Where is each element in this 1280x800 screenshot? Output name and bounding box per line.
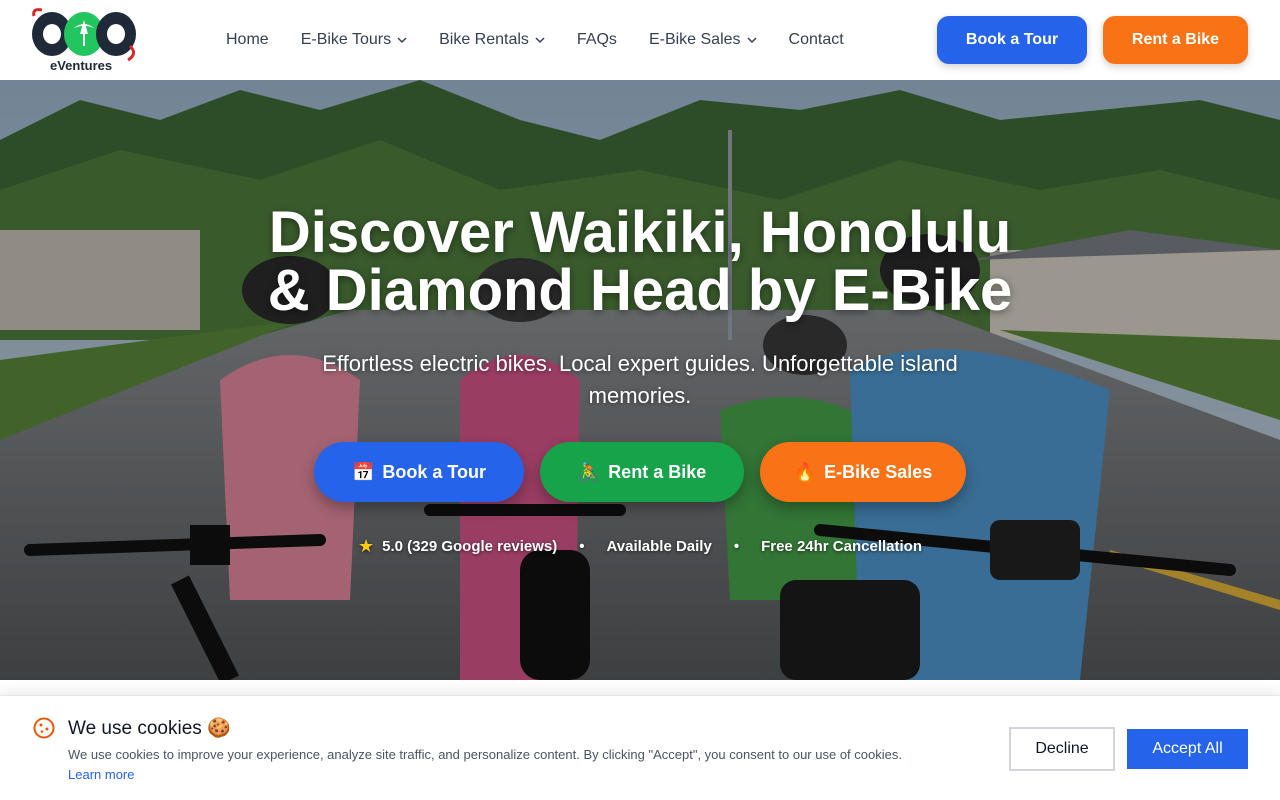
nav-label: Bike Rentals [439,31,529,48]
hero-ebike-sales-button[interactable]: 🔥 E-Bike Sales [760,442,966,502]
cookie-text: We use cookies to improve your experienc… [68,747,902,762]
availability-text: Available Daily [606,538,712,555]
brand-logo[interactable]: eVentures [30,6,138,74]
nav-item-contact[interactable]: Contact [789,31,844,49]
button-label: Rent a Bike [608,461,707,482]
cyclist-icon: 🚴 [577,461,601,482]
calendar-icon: 📅 [351,461,375,482]
nav-item-home[interactable]: Home [226,31,269,49]
header-rent-bike-button[interactable]: Rent a Bike [1103,16,1248,64]
learn-more-link[interactable]: Learn more [68,767,134,782]
nav-label: E-Bike Tours [300,31,392,48]
nav-item-faqs[interactable]: FAQs [577,31,617,49]
trust-badges: ★ 5.0 (329 Google reviews) • Available D… [0,536,1280,557]
nav-label: E-Bike Sales [648,31,741,48]
cookie-icon [33,717,55,739]
nav-item-ebike-sales[interactable]: E-Bike Sales [649,31,757,49]
cancellation-text: Free 24hr Cancellation [761,538,922,555]
nav-label: FAQs [576,31,617,48]
logo-subtext: eVentures [50,58,112,73]
chevron-down-icon [535,37,545,44]
hero-subtitle: Effortless electric bikes. Local expert … [322,351,958,408]
hero-title: Discover Waikiki, Honolulu & Diamond Hea… [0,204,1280,320]
hero-title-line2: & Diamond Head by E-Bike [267,258,1013,323]
star-icon: ★ [358,536,375,556]
hero-section: Discover Waikiki, Honolulu & Diamond Hea… [0,80,1280,680]
hero-title-line1: Discover Waikiki, Honolulu [268,200,1012,265]
accept-all-button[interactable]: Accept All [1127,729,1248,769]
hero-book-tour-button[interactable]: 📅 Book a Tour [314,442,524,502]
nav-item-bike-rentals[interactable]: Bike Rentals [439,31,545,49]
separator: • [579,538,585,555]
button-label: Book a Tour [382,461,487,482]
main-nav: Home E-Bike Tours Bike Rentals FAQs E-Bi… [226,0,876,80]
nav-label: Home [226,31,269,48]
site-header: eVentures Home E-Bike Tours Bike Rentals… [0,0,1280,80]
decline-button[interactable]: Decline [1009,727,1115,771]
rating-text: 5.0 (329 Google reviews) [382,538,558,555]
fire-icon: 🔥 [793,461,817,482]
separator: • [733,538,740,555]
button-label: E-Bike Sales [824,461,933,482]
chevron-down-icon [397,37,407,44]
chevron-down-icon [747,37,757,44]
hero-rent-bike-button[interactable]: 🚴 Rent a Bike [540,442,744,502]
cookie-banner: We use cookies 🍪 We use cookies to impro… [0,695,1280,800]
nav-item-ebike-tours[interactable]: E-Bike Tours [301,31,407,49]
cookie-title: We use cookies 🍪 [68,718,231,739]
header-book-tour-button[interactable]: Book a Tour [937,16,1087,64]
nav-label: Contact [788,31,844,48]
